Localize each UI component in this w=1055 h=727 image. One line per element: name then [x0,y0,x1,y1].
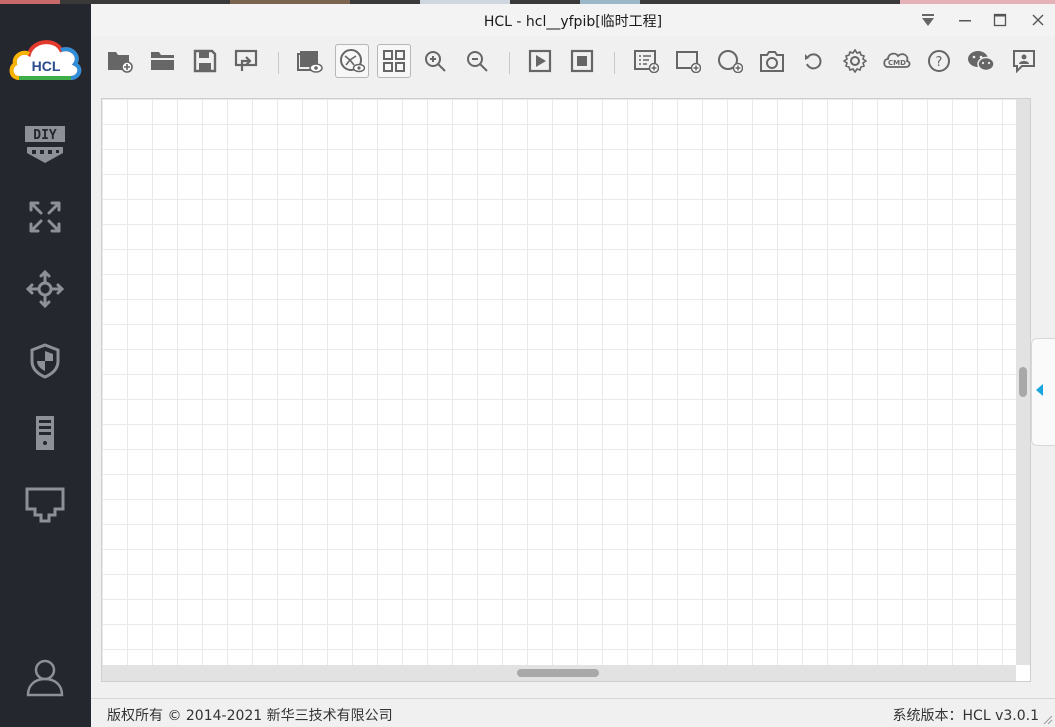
topology-canvas[interactable] [101,98,1031,682]
horizontal-scroll-thumb[interactable] [517,669,599,677]
undo-icon[interactable] [797,44,831,78]
add-text-icon[interactable] [629,44,663,78]
add-rectangle-icon[interactable] [671,44,705,78]
open-project-icon[interactable] [146,44,180,78]
help-icon[interactable]: ? [922,44,956,78]
diy-device-icon[interactable]: DIY [22,122,68,168]
zoom-in-icon[interactable] [418,44,452,78]
user-icon[interactable] [22,654,68,700]
svg-text:DIY: DIY [33,128,57,143]
add-ellipse-icon[interactable] [713,44,747,78]
start-all-icon[interactable] [523,44,557,78]
chevron-left-icon [1036,384,1043,396]
main-window: HCL - hcl__yfpib[临时工程] CMD ? 版权所有 © 2014… [91,4,1055,727]
horizontal-scrollbar[interactable] [102,665,1016,681]
wechat-icon[interactable] [964,44,998,78]
shield-icon[interactable] [22,338,68,384]
hcl-logo: HCL [9,34,83,84]
feedback-icon[interactable] [1007,44,1041,78]
title-bar[interactable]: HCL - hcl__yfpib[临时工程] [91,4,1055,36]
save-project-icon[interactable] [188,44,222,78]
version-text: 系统版本：HCL v3.0.1 [892,708,1039,724]
monitor-icon[interactable] [22,482,68,528]
separator [614,52,615,74]
separator [278,52,279,74]
stop-all-icon[interactable] [565,44,599,78]
grid-view-icon[interactable] [377,44,411,78]
server-icon[interactable] [22,410,68,456]
svg-text:?: ? [936,55,943,70]
close-icon[interactable] [1023,8,1053,32]
side-panel-toggle[interactable] [1031,338,1055,446]
canvas-grid[interactable] [102,99,1016,665]
router-icon[interactable] [22,194,68,240]
cmd-icon[interactable]: CMD [880,44,914,78]
maximize-icon[interactable] [985,8,1015,32]
settings-icon[interactable] [838,44,872,78]
topology-view-icon[interactable] [335,44,369,78]
minimize-icon[interactable] [950,8,980,32]
switch-icon[interactable] [22,266,68,312]
resize-grip-icon[interactable] [1043,715,1053,725]
svg-text:HCL: HCL [32,58,61,74]
separator [509,52,510,74]
dropdown-icon[interactable] [913,8,943,32]
status-bar: 版权所有 © 2014-2021 新华三技术有限公司 系统版本：HCL v3.0… [91,698,1055,727]
svg-text:CMD: CMD [888,59,906,67]
new-project-icon[interactable] [103,44,137,78]
vertical-scroll-thumb[interactable] [1019,367,1027,397]
export-icon[interactable] [229,44,263,78]
window-title: HCL - hcl__yfpib[临时工程] [483,14,663,30]
vertical-scrollbar[interactable] [1016,99,1030,665]
copyright-text: 版权所有 © 2014-2021 新华三技术有限公司 [107,708,393,724]
sidebar: HCL DIY [0,4,91,726]
capture-view-icon[interactable] [293,44,327,78]
toolbar: CMD ? [91,38,1055,84]
screenshot-icon[interactable] [755,44,789,78]
zoom-out-icon[interactable] [460,44,494,78]
